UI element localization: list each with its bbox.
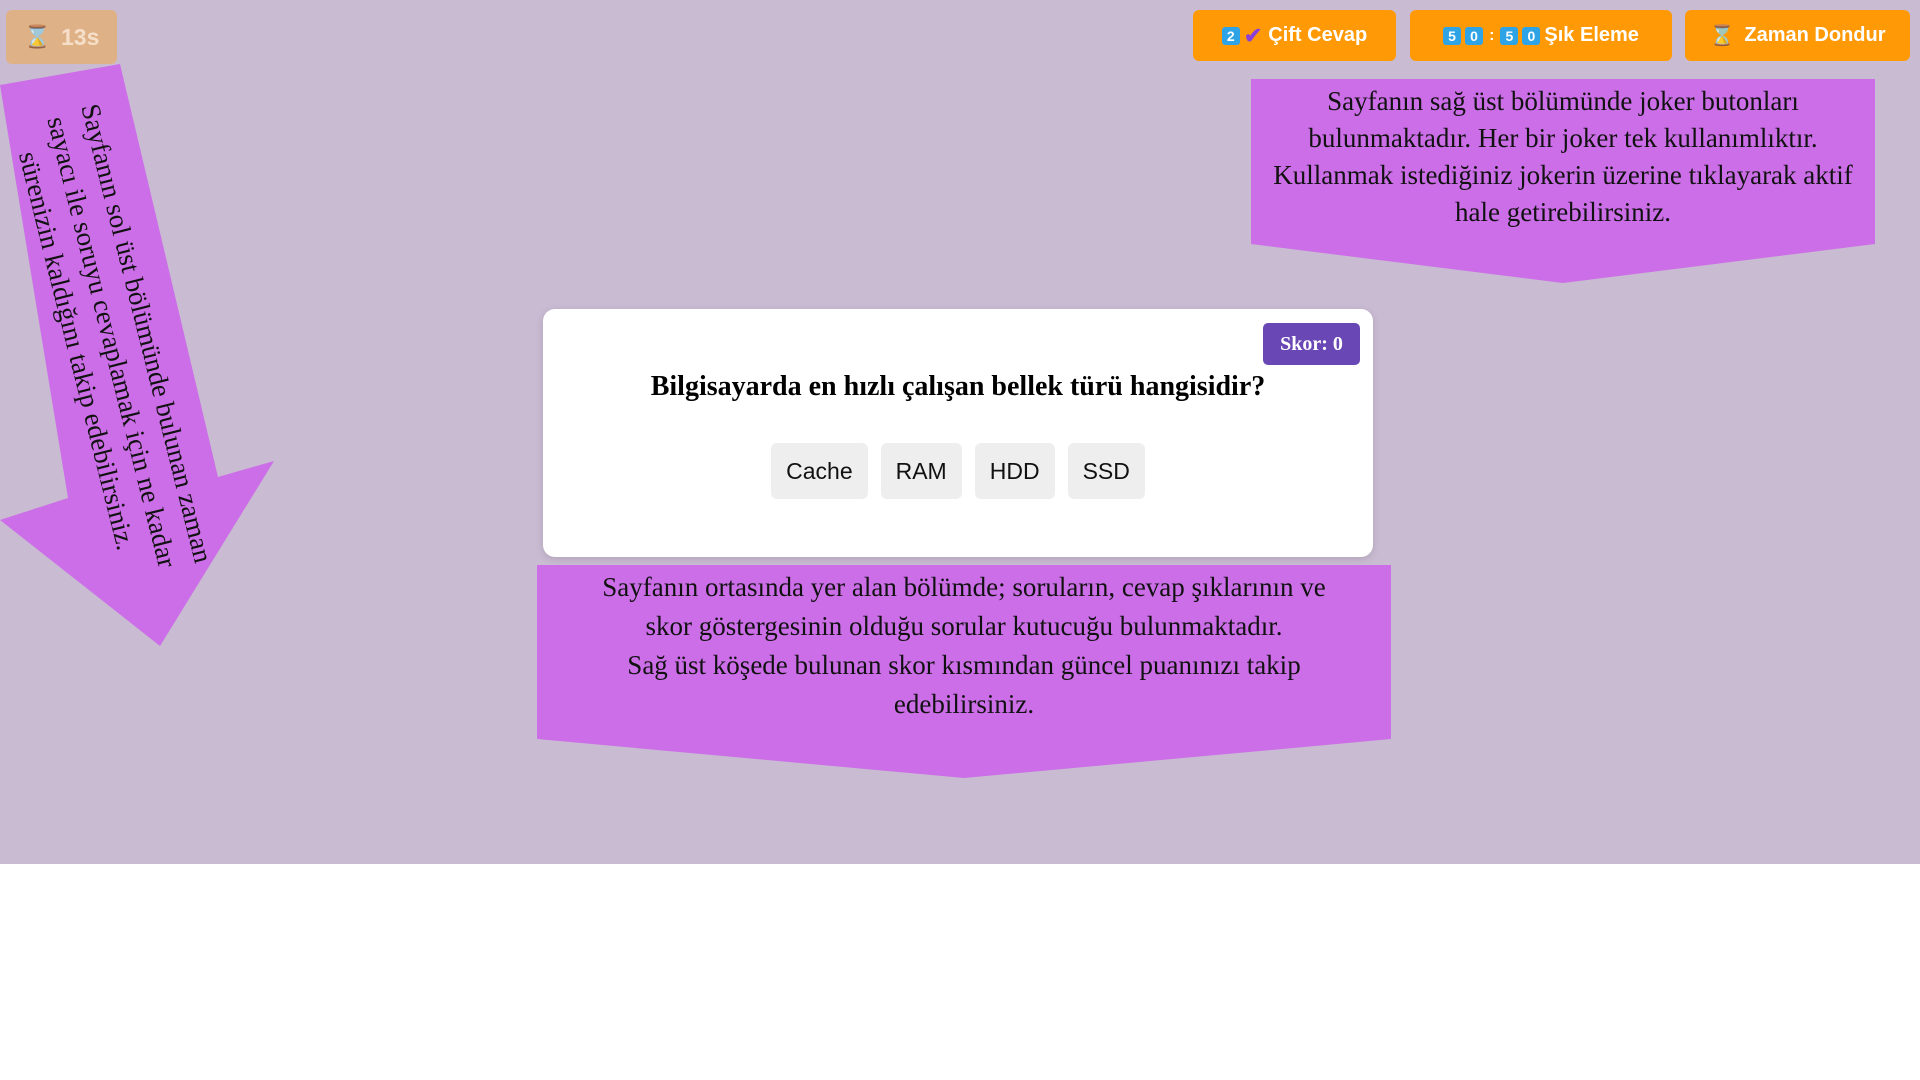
digit-badge: 2 (1221, 26, 1240, 45)
hourglass-icon: ⌛ (1709, 25, 1735, 47)
double-answer-joker-button[interactable]: 2 ✔ Çift Cevap (1193, 10, 1396, 61)
digit-badge: 0 (1465, 26, 1484, 45)
freeze-time-joker-button[interactable]: ⌛ Zaman Dondur (1685, 10, 1910, 61)
digit-badge: 5 (1500, 26, 1519, 45)
joker-label: Şık Eleme (1544, 24, 1639, 46)
joker-label: Çift Cevap (1268, 24, 1368, 46)
answer-option-ssd[interactable]: SSD (1067, 443, 1145, 499)
callout-line: edebilirsiniz. (893, 689, 1035, 719)
answer-options: Cache RAM HDD SSD (543, 443, 1373, 499)
callout-line: Sayfanın sağ üst bölümünde joker butonla… (1327, 86, 1799, 116)
question-card: Skor: 0 Bilgisayarda en hızlı çalışan be… (543, 309, 1373, 557)
callout-line: Sayfanın ortasında yer alan bölümde; sor… (602, 572, 1326, 602)
answer-option-cache[interactable]: Cache (771, 443, 868, 499)
score-badge: Skor: 0 (1263, 323, 1360, 365)
callout-line: hale getirebilirsiniz. (1455, 197, 1671, 227)
callout-line: bulunmaktadır. Her bir joker tek kullanı… (1308, 123, 1818, 153)
game-stage: ⌛ 13s Sayfanın sol üst bölümünde bulunan… (0, 0, 1920, 864)
question-text: Bilgisayarda en hızlı çalışan bellek tür… (650, 371, 1266, 402)
answer-option-hdd[interactable]: HDD (974, 443, 1055, 499)
jokers-callout: Sayfanın sağ üst bölümünde joker butonla… (1251, 79, 1875, 283)
joker-label: Zaman Dondur (1744, 24, 1886, 46)
answer-option-ram[interactable]: RAM (880, 443, 962, 499)
separator: : (1489, 26, 1495, 44)
digit-badge: 0 (1522, 26, 1541, 45)
digit-badge: 5 (1443, 26, 1462, 45)
checkmark-icon: ✔ (1243, 22, 1263, 48)
fifty-fifty-joker-button[interactable]: 5 0 : 5 0 Şık Eleme (1410, 10, 1672, 61)
callout-line: Sağ üst köşede bulunan skor kısmından gü… (627, 650, 1301, 680)
callout-line: Kullanmak istediğiniz jokerin üzerine tı… (1273, 160, 1853, 190)
callout-line: skor göstergesinin olduğu sorular kutucu… (645, 611, 1283, 641)
question-area-callout: Sayfanın ortasında yer alan bölümde; sor… (537, 565, 1391, 778)
